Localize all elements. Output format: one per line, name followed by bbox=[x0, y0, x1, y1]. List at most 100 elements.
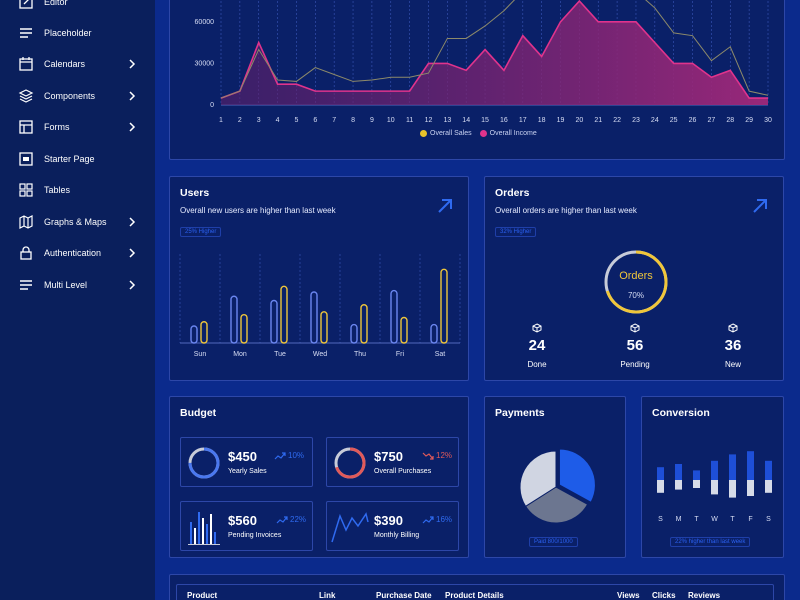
legend-dot-income bbox=[479, 130, 487, 137]
bar bbox=[310, 291, 318, 344]
sidebar-item-editor[interactable]: Editor bbox=[0, 0, 155, 14]
sidebar-item-label: Calendars bbox=[44, 59, 86, 69]
sidebar-item-label: Multi Level bbox=[44, 280, 88, 290]
th-views[interactable]: Views bbox=[617, 591, 640, 600]
bar bbox=[240, 313, 248, 344]
bar bbox=[711, 460, 718, 480]
y-tick-label: 30000 bbox=[195, 60, 215, 67]
arrow-up-right-icon[interactable] bbox=[751, 197, 769, 215]
x-tick-label: 30 bbox=[764, 117, 772, 124]
chevron-right-icon[interactable] bbox=[127, 217, 137, 227]
bar bbox=[200, 321, 208, 344]
x-tick-label: 29 bbox=[745, 117, 753, 124]
bar bbox=[729, 480, 736, 498]
trend-down-icon bbox=[422, 452, 434, 460]
bar bbox=[440, 268, 448, 344]
budget-change: 22% bbox=[290, 515, 307, 524]
bar bbox=[190, 325, 198, 344]
th-link[interactable]: Link bbox=[319, 591, 335, 600]
legend-label-income: Overall Income bbox=[489, 130, 537, 137]
orders-progress-ring bbox=[604, 250, 668, 314]
chevron-right-icon[interactable] bbox=[127, 248, 137, 258]
budget-change: 12% bbox=[436, 451, 453, 460]
th-product[interactable]: Product bbox=[187, 591, 217, 600]
form-icon bbox=[19, 120, 33, 134]
bar bbox=[230, 295, 238, 344]
sidebar-item-components[interactable]: Components bbox=[0, 84, 155, 108]
ring-progress-icon bbox=[334, 447, 366, 479]
orders-subtitle: Overall orders are higher than last week bbox=[495, 206, 637, 215]
conversion-bar-chart: SMTWTFS bbox=[657, 451, 772, 523]
map-icon bbox=[19, 215, 33, 229]
sidebar-item-label: Tables bbox=[44, 185, 71, 195]
conversion-title: Conversion bbox=[652, 407, 710, 419]
x-tick-label: Thu bbox=[354, 351, 366, 358]
bar bbox=[390, 289, 398, 344]
x-tick-label: 21 bbox=[594, 117, 602, 124]
sidebar-item-tables[interactable]: Tables bbox=[0, 178, 155, 202]
budget-item-pending-invoices[interactable]: $560 22% Pending Invoices bbox=[180, 501, 313, 551]
x-tick-label: 14 bbox=[462, 117, 470, 124]
x-tick-label: 22 bbox=[613, 117, 621, 124]
wave-line-icon bbox=[331, 512, 369, 543]
x-tick-label: 20 bbox=[575, 117, 583, 124]
x-tick-label: Fri bbox=[396, 351, 405, 358]
x-tick-label: 4 bbox=[276, 117, 280, 124]
bar bbox=[747, 451, 754, 480]
bar bbox=[765, 480, 772, 493]
x-tick-label: 17 bbox=[519, 117, 527, 124]
arrow-up-right-icon[interactable] bbox=[436, 197, 454, 215]
legend-label-sales: Overall Sales bbox=[430, 130, 472, 137]
sidebar-item-forms[interactable]: Forms bbox=[0, 115, 155, 139]
budget-item-monthly-billing[interactable]: $390 16% Monthly Billing bbox=[326, 501, 459, 551]
orders-done-value: 24 bbox=[528, 337, 546, 354]
series-area-income bbox=[221, 1, 768, 105]
box-icon bbox=[630, 323, 640, 333]
x-tick-label: Sun bbox=[194, 351, 207, 358]
orders-new-value: 36 bbox=[724, 337, 742, 354]
table-header-row: Product Link Purchase Date Product Detai… bbox=[176, 584, 774, 600]
users-badge: 25% Higher bbox=[180, 227, 222, 237]
bar bbox=[657, 467, 664, 480]
th-product-details[interactable]: Product Details bbox=[445, 591, 504, 600]
th-purchase-date[interactable]: Purchase Date bbox=[376, 591, 432, 600]
budget-item-yearly-sales[interactable]: $450 10% Yearly Sales bbox=[180, 437, 313, 487]
x-tick-label: S bbox=[766, 516, 771, 523]
x-tick-label: 11 bbox=[406, 117, 413, 124]
x-tick-label: Sat bbox=[435, 351, 446, 358]
budget-item-overall-purchases[interactable]: $750 12% Overall Purchases bbox=[326, 437, 459, 487]
sidebar-item-label: Authentication bbox=[44, 248, 102, 258]
budget-label: Overall Purchases bbox=[374, 468, 432, 475]
sidebar-item-label: Starter Page bbox=[44, 154, 95, 164]
orders-ring-label: Orders bbox=[619, 270, 653, 282]
page-icon bbox=[19, 152, 33, 166]
sidebar-item-starter-page[interactable]: Starter Page bbox=[0, 147, 155, 171]
bar bbox=[400, 316, 408, 344]
th-clicks[interactable]: Clicks bbox=[652, 591, 676, 600]
bar bbox=[350, 323, 358, 344]
lock-icon bbox=[20, 246, 32, 260]
bar bbox=[675, 464, 682, 480]
sidebar-item-calendars[interactable]: Calendars bbox=[0, 52, 155, 76]
chevron-right-icon[interactable] bbox=[127, 122, 137, 132]
x-tick-label: 23 bbox=[632, 117, 640, 124]
layers-icon bbox=[18, 89, 34, 103]
sidebar-item-label: Graphs & Maps bbox=[44, 217, 107, 227]
x-tick-label: 10 bbox=[387, 117, 395, 124]
x-tick-label: F bbox=[748, 516, 752, 523]
bar bbox=[360, 304, 368, 344]
x-tick-label: 27 bbox=[708, 117, 716, 124]
products-table-card: Product Link Purchase Date Product Detai… bbox=[169, 574, 785, 600]
sidebar-item-placeholder[interactable]: Placeholder bbox=[0, 21, 155, 45]
x-tick-label: Mon bbox=[233, 351, 247, 358]
sidebar-item-authentication[interactable]: Authentication bbox=[0, 241, 155, 265]
sidebar-item-graphs-maps[interactable]: Graphs & Maps bbox=[0, 210, 155, 234]
chevron-right-icon[interactable] bbox=[127, 280, 137, 290]
chevron-right-icon[interactable] bbox=[127, 91, 137, 101]
x-tick-label: 1 bbox=[219, 117, 223, 124]
x-tick-label: 5 bbox=[294, 117, 298, 124]
x-tick-label: 8 bbox=[351, 117, 355, 124]
chevron-right-icon[interactable] bbox=[127, 59, 137, 69]
sidebar-item-multi-level[interactable]: Multi Level bbox=[0, 273, 155, 297]
th-reviews[interactable]: Reviews bbox=[688, 591, 720, 600]
